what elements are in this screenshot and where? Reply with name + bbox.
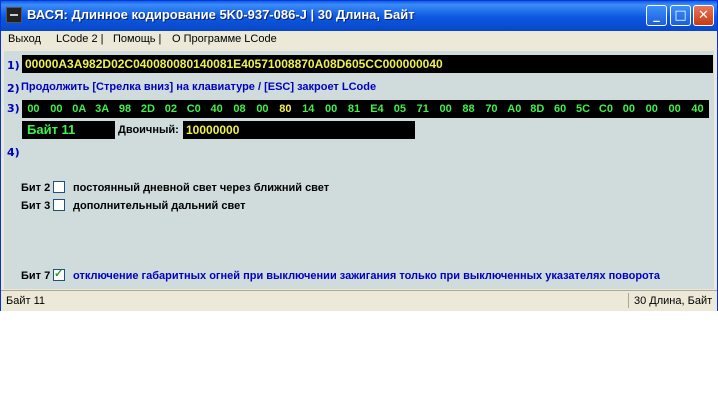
byte-cell[interactable]: 5C <box>572 100 595 118</box>
menu-about[interactable]: О Программе LCode <box>172 33 277 45</box>
long-code-field[interactable]: 00000A3A982D02C040080080140081E405710088… <box>22 55 713 73</box>
status-divider <box>628 293 629 308</box>
byte-cell[interactable]: 60 <box>549 100 572 118</box>
bit-label: Бит 2 <box>21 182 51 194</box>
byte-cell[interactable]: 00 <box>320 100 343 118</box>
bit-label: Бит 7 <box>21 270 51 282</box>
byte-cell[interactable]: 3A <box>91 100 114 118</box>
bit-description: дополнительный дальний свет <box>73 200 246 212</box>
title-bar[interactable]: ВАСЯ: Длинное кодирование 5K0-937-086-J … <box>1 1 717 31</box>
editor-panel: 1) 00000A3A982D02C040080080140081E405710… <box>4 51 714 289</box>
app-icon <box>6 7 22 23</box>
byte-cell[interactable]: 70 <box>480 100 503 118</box>
row-number-3: 3) <box>7 102 20 115</box>
byte-cell[interactable]: 05 <box>388 100 411 118</box>
byte-cell[interactable]: 98 <box>114 100 137 118</box>
binary-value-field[interactable]: 10000000 <box>183 121 415 139</box>
window-title: ВАСЯ: Длинное кодирование 5K0-937-086-J … <box>27 7 415 22</box>
hint-text: Продолжить [Стрелка вниз] на клавиатуре … <box>21 81 377 93</box>
byte-cell[interactable]: E4 <box>366 100 389 118</box>
bit-2-checkbox[interactable] <box>53 181 65 193</box>
byte-cell[interactable]: 00 <box>251 100 274 118</box>
byte-cell[interactable]: C0 <box>182 100 205 118</box>
bit-label: Бит 3 <box>21 200 51 212</box>
row-number-4: 4) <box>7 146 20 159</box>
byte-cell[interactable]: 0A <box>68 100 91 118</box>
bit-description: постоянный дневной свет через ближний св… <box>73 182 330 194</box>
status-bar: Байт 11 30 Длина, Байт <box>1 290 717 311</box>
byte-strip: 00 00 0A 3A 98 2D 02 C0 40 08 00 80 14 00 81 E4 05 71 00 88… <box>22 100 709 118</box>
byte-cell[interactable]: 40 <box>205 100 228 118</box>
menu-help[interactable]: Помощь | <box>113 33 161 45</box>
status-right: 30 Длина, Байт <box>634 295 713 307</box>
byte-cell[interactable]: 71 <box>411 100 434 118</box>
menu-exit[interactable]: Выход <box>8 33 41 45</box>
menu-lcode2[interactable]: LCode 2 | <box>56 33 104 45</box>
binary-label: Двоичный: <box>118 124 179 136</box>
byte-cell[interactable]: 8D <box>526 100 549 118</box>
byte-cell[interactable]: 00 <box>434 100 457 118</box>
byte-cell[interactable]: 00 <box>640 100 663 118</box>
status-left: Байт 11 <box>6 295 45 307</box>
main-window: ВАСЯ: Длинное кодирование 5K0-937-086-J … <box>0 0 718 311</box>
byte-cell[interactable]: 00 <box>45 100 68 118</box>
byte-index-label: Байт 11 <box>22 121 115 139</box>
byte-cell[interactable]: 81 <box>343 100 366 118</box>
maximize-button[interactable]: □ <box>670 5 691 26</box>
byte-cell[interactable]: 00 <box>663 100 686 118</box>
close-button[interactable]: ✕ <box>693 5 714 26</box>
bit-7-checkbox[interactable] <box>53 267 65 281</box>
byte-cell[interactable]: 08 <box>228 100 251 118</box>
minimize-button[interactable]: _ <box>646 5 667 26</box>
menu-bar: Выход LCode 2 | Помощь | О Программе LCo… <box>1 31 717 50</box>
row-number-2: 2) <box>7 82 20 95</box>
byte-cell[interactable]: 2D <box>137 100 160 118</box>
row-number-1: 1) <box>7 59 20 72</box>
byte-cell[interactable]: A0 <box>503 100 526 118</box>
byte-cell[interactable]: 02 <box>159 100 182 118</box>
byte-cell[interactable]: 14 <box>297 100 320 118</box>
bit-description: отключение габаритных огней при выключен… <box>73 270 660 282</box>
byte-cell[interactable]: C0 <box>595 100 618 118</box>
byte-cell[interactable]: 00 <box>617 100 640 118</box>
byte-cell[interactable]: 88 <box>457 100 480 118</box>
byte-cell[interactable]: 40 <box>686 100 709 118</box>
bit-3-checkbox[interactable] <box>53 199 65 211</box>
byte-cell[interactable]: 80 <box>274 100 297 118</box>
byte-cell[interactable]: 00 <box>22 100 45 118</box>
